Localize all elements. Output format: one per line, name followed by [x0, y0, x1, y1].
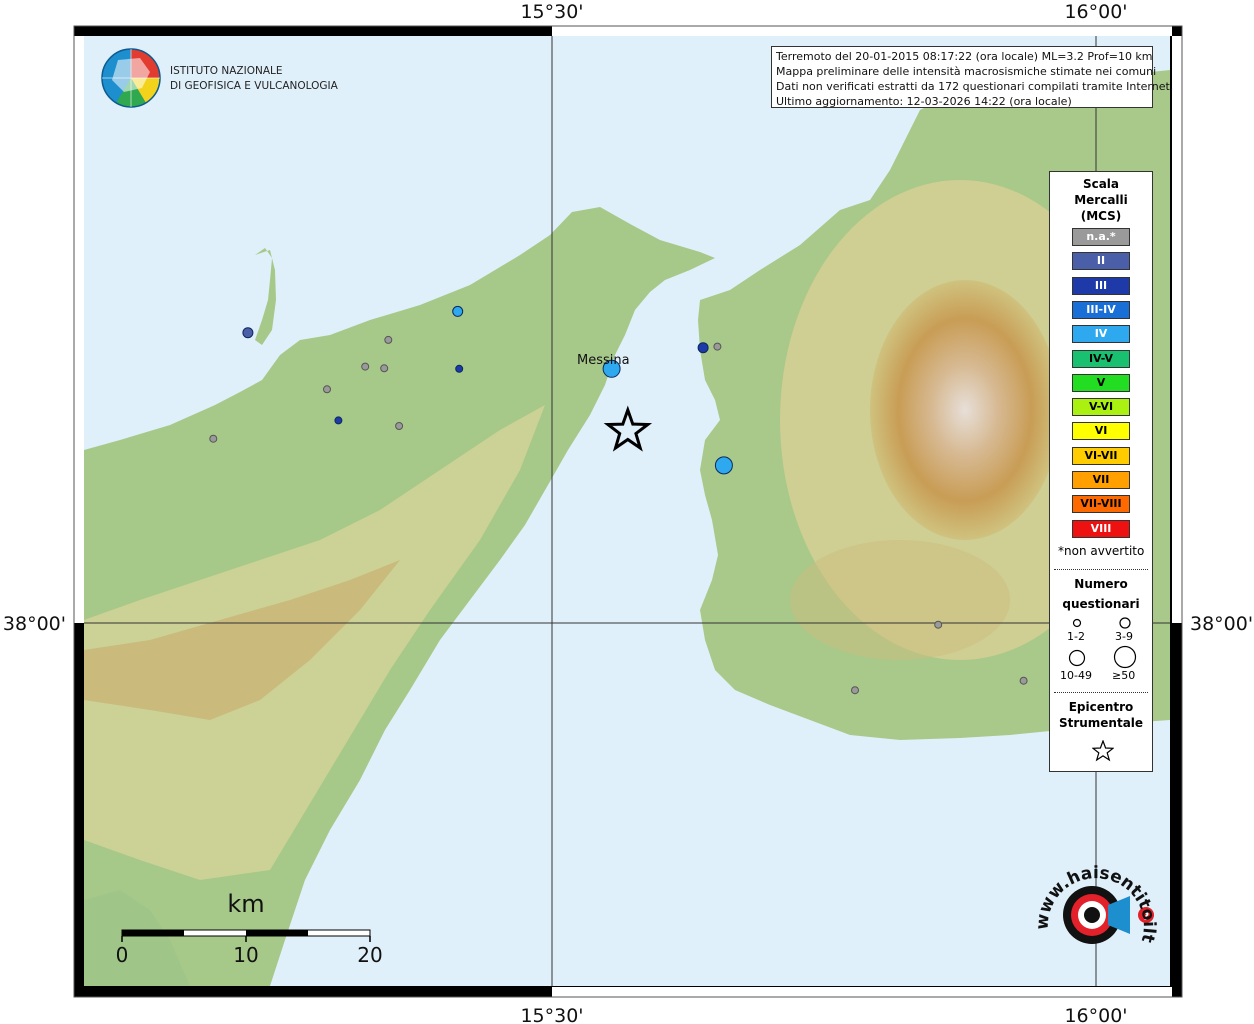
lon-label-bottom-1: 15°30' — [520, 1005, 583, 1024]
size-symbol-1-2 — [1072, 618, 1082, 628]
scale-unit: km — [227, 890, 264, 918]
intensity-point — [209, 434, 218, 443]
legend-swatch-iiiiv: III-IV — [1072, 300, 1130, 319]
lon-label-top-2: 16°00' — [1064, 1, 1127, 23]
logo-line-2: DI GEOFISICA E VULCANOLOGIA — [170, 80, 339, 92]
size-symbol-10-49 — [1068, 649, 1086, 667]
legend-epicenter-title: Epicentro Strumentale — [1050, 699, 1152, 731]
size-label-3-9: 3-9 — [1115, 630, 1133, 643]
intensity-point — [851, 686, 859, 695]
size-symbol-50 — [1113, 645, 1137, 669]
count-title-line-1: Numero — [1074, 577, 1128, 591]
intensity-point — [395, 422, 404, 430]
intensity-point — [1019, 676, 1028, 685]
legend-swatch-vvi: V-VI — [1072, 398, 1130, 417]
legend-swatch-vivii: VI-VII — [1072, 446, 1130, 465]
count-title-line-2: questionari — [1062, 597, 1140, 611]
legend-swatch-viiviii: VII-VIII — [1072, 495, 1130, 514]
intensity-point — [934, 620, 943, 629]
intensity-point — [380, 364, 389, 373]
scale-tick-20: 20 — [357, 943, 382, 967]
scale-tick-0: 0 — [116, 943, 129, 967]
intensity-point — [361, 362, 370, 371]
legend-note: *non avvertito — [1058, 544, 1145, 558]
logo-line-1: ISTITUTO NAZIONALE — [170, 65, 283, 77]
intensity-point — [452, 305, 464, 317]
aspromonte-slope — [790, 540, 1010, 660]
legend-swatch-viii: VIII — [1072, 519, 1130, 538]
legend-separator — [1054, 569, 1148, 570]
legend-title-line-3: (MCS) — [1080, 209, 1122, 223]
event-line-2: Mappa preliminare delle intensità macros… — [776, 65, 1157, 78]
legend-count-title: Numero questionari — [1050, 574, 1152, 614]
legend-swatch-ivv: IV-V — [1072, 349, 1130, 368]
event-line-3: Dati non verificati estratti da 172 ques… — [776, 80, 1174, 93]
intensity-point — [323, 385, 331, 394]
ingv-globe-icon — [101, 48, 161, 108]
intensity-point — [713, 342, 722, 351]
legend-swatch-iv: IV — [1072, 325, 1130, 344]
size-label-1-2: 1-2 — [1067, 630, 1085, 643]
legend-swatch-v: V — [1072, 373, 1130, 392]
city-label-messina: Messina — [577, 353, 630, 368]
legend-swatch-vii: VII — [1072, 471, 1130, 489]
legend-title-line-1: Scala — [1082, 177, 1120, 191]
legend-title: Scala Mercalli (MCS) — [1050, 176, 1152, 224]
lon-label-bottom-2: 16°00' — [1064, 1005, 1127, 1024]
legend-separator-2 — [1054, 692, 1148, 693]
legend: Scala Mercalli (MCS) n.a.* II III III-IV IV I… — [1049, 171, 1153, 772]
event-line-4: Ultimo aggiornamento: 12-03-2026 14:22 (… — [776, 95, 1072, 108]
event-line-1: Terremoto del 20-01-2015 08:17:22 (ora l… — [776, 50, 1153, 63]
intensity-point — [242, 327, 254, 339]
lon-label-top-1: 15°30' — [520, 1, 583, 23]
epicenter-title-line-2: Strumentale — [1058, 716, 1144, 730]
epicenter-title-line-1: Epicentro — [1068, 700, 1134, 714]
intensity-point — [697, 342, 709, 354]
legend-star-icon — [1092, 740, 1114, 762]
intensity-point — [455, 364, 464, 373]
size-symbol-3-9 — [1119, 617, 1131, 629]
size-label-10-49: 10-49 — [1060, 669, 1092, 682]
aspromonte-peak — [870, 280, 1060, 540]
lat-label-right: 38°00' — [1190, 613, 1253, 635]
intensity-point — [714, 456, 733, 475]
legend-swatch-ii: II — [1072, 252, 1130, 271]
size-label-50: ≥50 — [1112, 669, 1136, 682]
legend-title-line-2: Mercalli — [1074, 193, 1128, 207]
lat-label-left: 38°00' — [3, 613, 66, 635]
legend-swatch-na: n.a.* — [1072, 228, 1130, 246]
event-info-box: Terremoto del 20-01-2015 08:17:22 (ora l… — [771, 46, 1174, 108]
intensity-point — [384, 335, 393, 344]
scale-tick-10: 10 — [233, 943, 258, 967]
legend-swatch-iii: III — [1072, 276, 1130, 295]
legend-swatch-vi: VI — [1072, 422, 1130, 441]
intensity-point — [334, 416, 343, 425]
